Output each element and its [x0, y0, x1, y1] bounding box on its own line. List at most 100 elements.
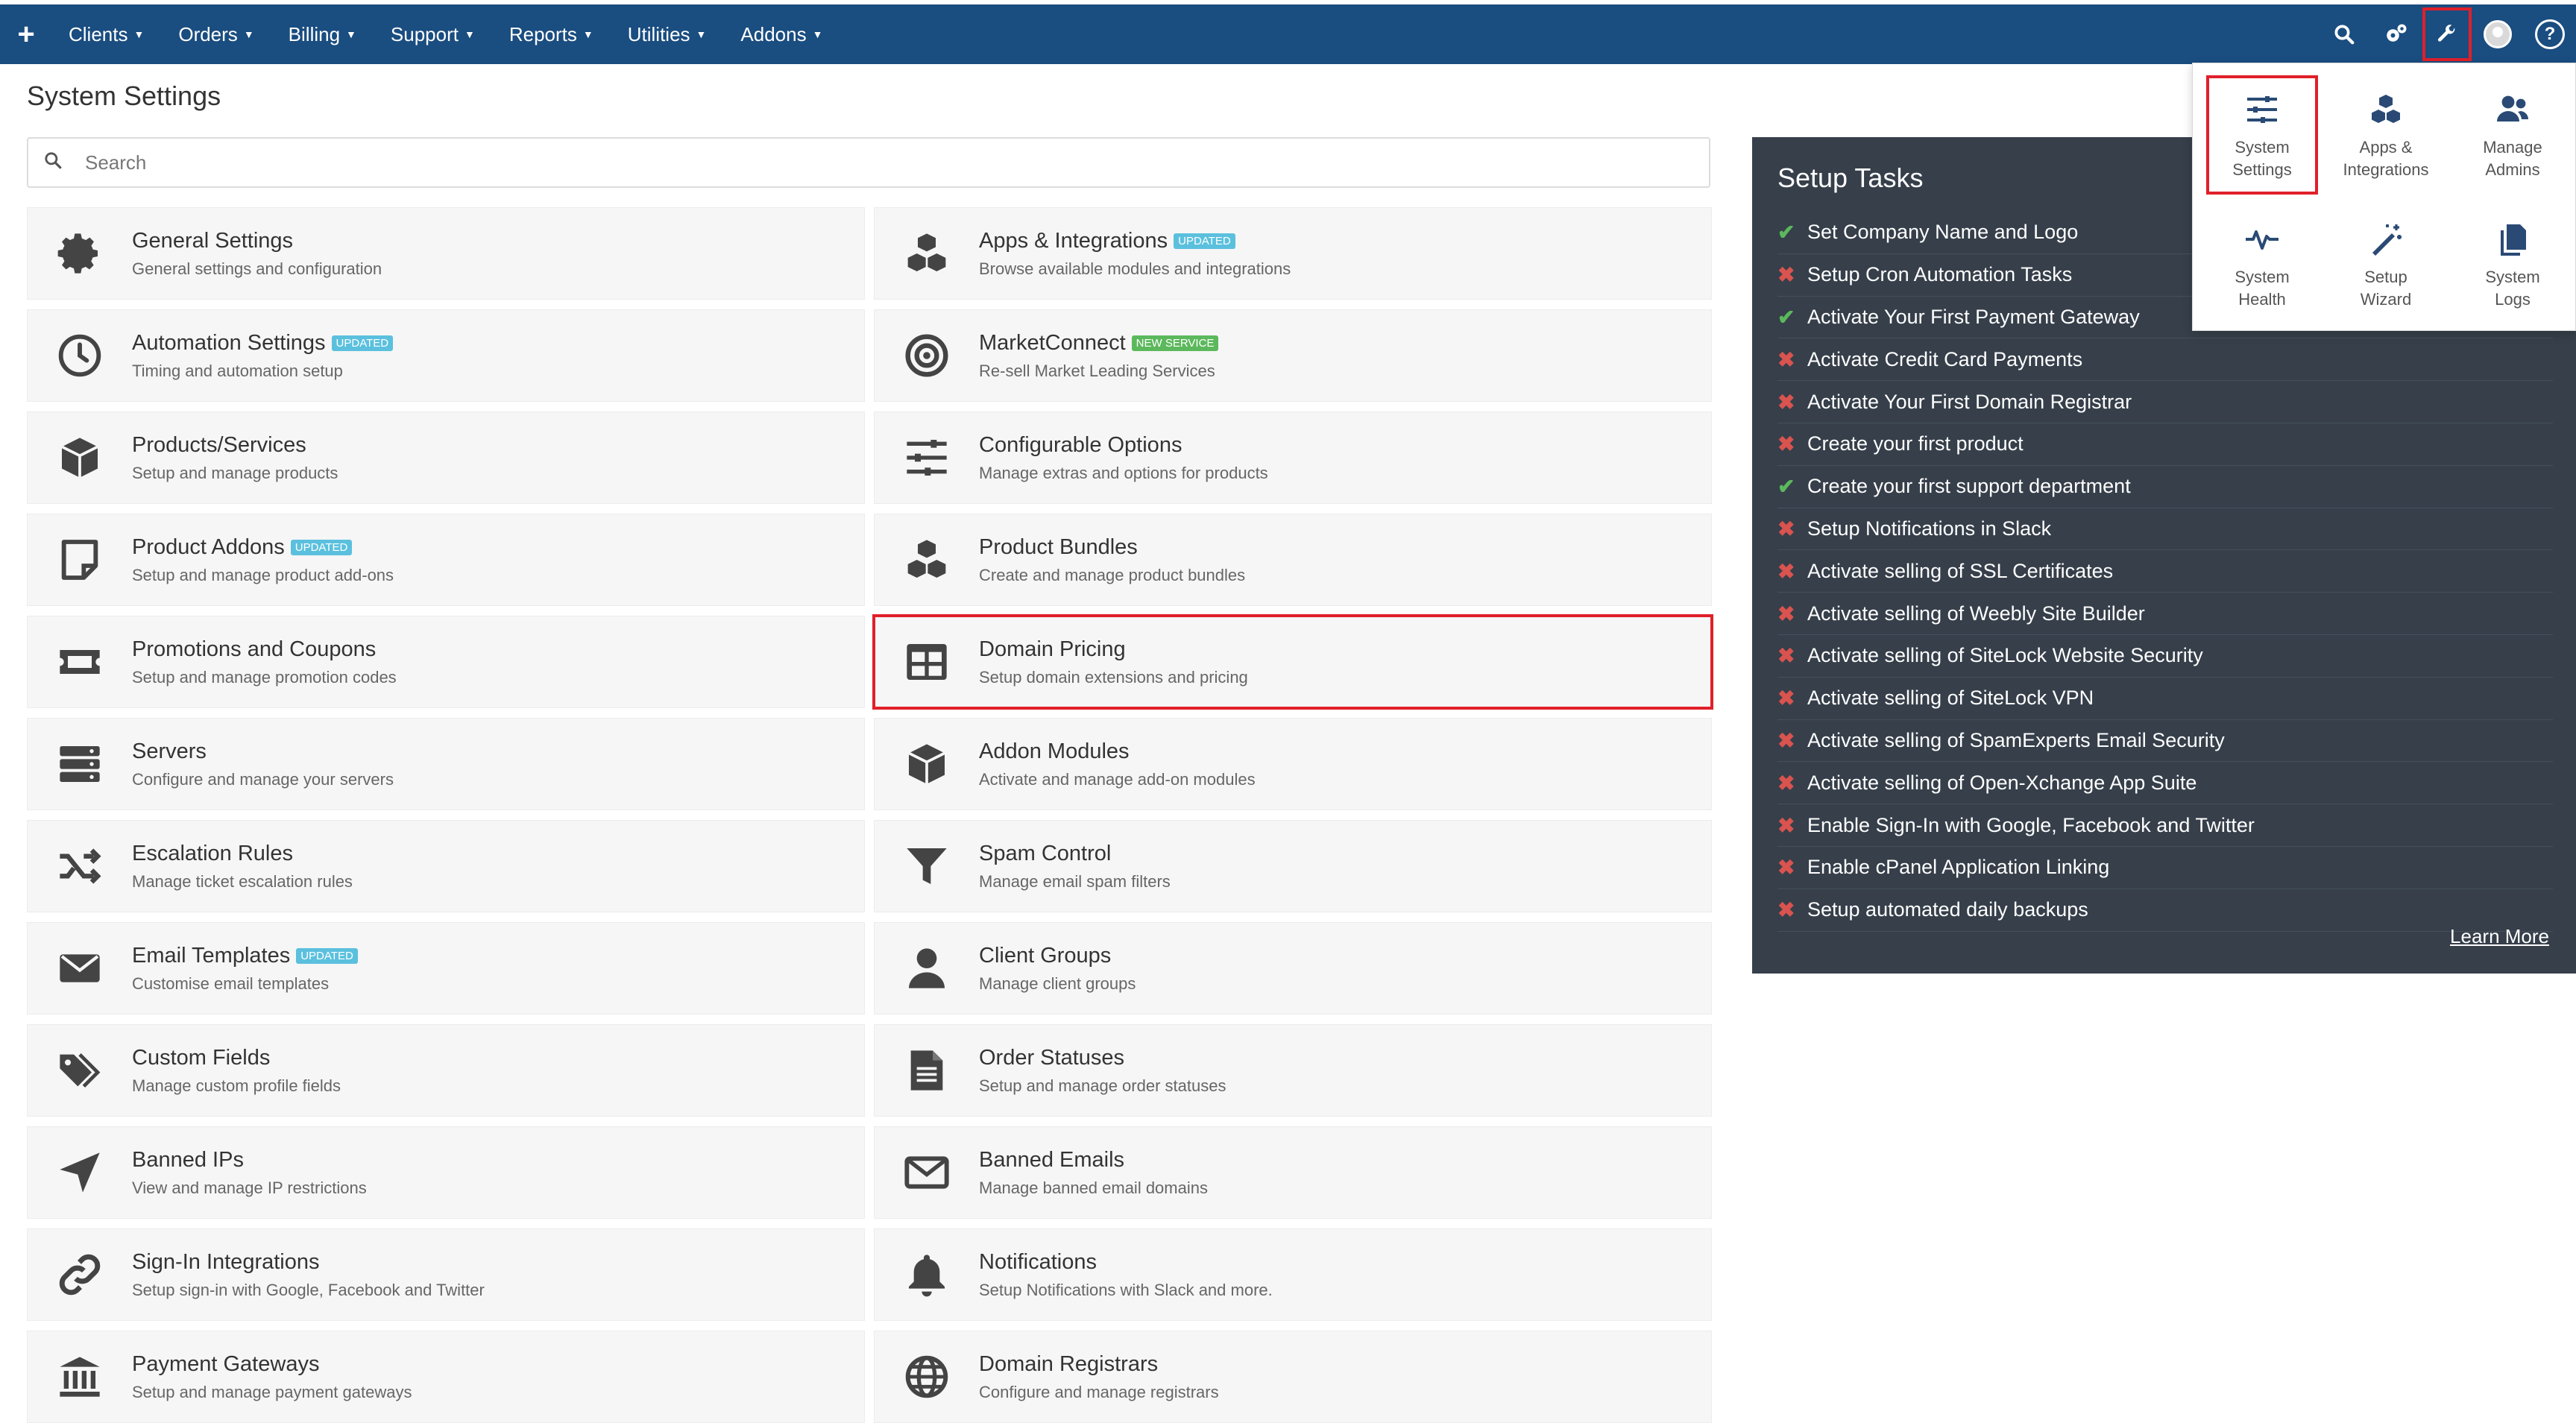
cross-icon: ✖: [1777, 602, 1795, 625]
sliders-icon: [2247, 96, 2277, 123]
setup-task-item[interactable]: ✖ Enable cPanel Application Linking: [1777, 847, 2553, 889]
setup-task-item[interactable]: ✖ Enable Sign-In with Google, Facebook an…: [1777, 804, 2553, 847]
setup-task-item[interactable]: ✔ Create your first support department: [1777, 466, 2553, 508]
nav-support[interactable]: Support ▼: [391, 23, 475, 46]
nav-reports-label: Reports: [508, 22, 577, 45]
card-banned-emails[interactable]: Banned Emails Manage banned email domains: [874, 1126, 1712, 1219]
setup-task-item[interactable]: ✖ Setup Notifications in Slack: [1777, 508, 2553, 551]
card-title: Apps & Integrations: [979, 228, 1168, 253]
card-product-bundles[interactable]: Product Bundles Create and manage product…: [874, 514, 1712, 606]
nav-orders[interactable]: Orders ▼: [178, 23, 253, 46]
card-escalation-rules[interactable]: Escalation Rules Manage ticket escalation…: [27, 820, 865, 912]
card-title: Domain Registrars: [979, 1351, 1159, 1376]
card-promotions-coupons[interactable]: Promotions and Coupons Setup and manage p…: [27, 616, 865, 708]
dropdown-system-health[interactable]: System Health: [2206, 205, 2318, 324]
card-apps-integrations[interactable]: Apps & Integrations UPDATED Browse availab…: [874, 207, 1712, 300]
users-icon: [2497, 95, 2528, 122]
check-icon: ✔: [1777, 305, 1795, 329]
filter-icon: [875, 820, 979, 912]
learn-more-link[interactable]: Learn More: [2450, 925, 2549, 948]
cross-icon: ✖: [1777, 517, 1795, 540]
card-sign-in-integrations[interactable]: Sign-In Integrations Setup sign-in with G…: [27, 1228, 865, 1321]
card-title: Automation Settings: [132, 330, 326, 355]
setup-task-item[interactable]: ✖ Activate selling of Open-Xchange App Su…: [1777, 762, 2553, 805]
cogs-icon[interactable]: [2370, 4, 2422, 64]
nav-clients[interactable]: Clients ▼: [69, 23, 144, 46]
search-input[interactable]: [84, 150, 1652, 175]
clock-icon: [28, 309, 132, 402]
user-icon: [875, 922, 979, 1015]
card-domain-pricing[interactable]: Domain Pricing Setup domain extensions an…: [872, 614, 1713, 710]
card-title: Addon Modules: [979, 739, 1130, 763]
help-button[interactable]: ?: [2524, 4, 2576, 64]
card-client-groups[interactable]: Client Groups Manage client groups: [874, 922, 1712, 1015]
card-banned-ips[interactable]: Banned IPs View and manage IP restriction…: [27, 1126, 865, 1219]
dropdown-manage-admins[interactable]: Manage Admins: [2457, 75, 2569, 195]
nav-reports[interactable]: Reports ▼: [509, 23, 593, 46]
box-icon: [28, 411, 132, 504]
setup-task-item[interactable]: ✖ Activate Credit Card Payments: [1777, 338, 2553, 382]
cross-icon: ✖: [1777, 559, 1795, 583]
card-marketconnect[interactable]: MarketConnect NEW SERVICE Re-sell Market L…: [874, 309, 1712, 402]
setup-task-item[interactable]: ✖ Create your first product: [1777, 423, 2553, 466]
setup-task-label: Enable cPanel Application Linking: [1807, 856, 2110, 879]
card-servers[interactable]: Servers Configure and manage your servers: [27, 718, 865, 810]
ticket-icon: [28, 616, 132, 708]
setup-task-item[interactable]: ✖ Activate selling of SiteLock Website Se…: [1777, 635, 2553, 678]
card-products-services[interactable]: Products/Services Setup and manage produc…: [27, 411, 865, 504]
setup-task-item[interactable]: ✖ Setup automated daily backups: [1777, 889, 2553, 932]
card-desc: Manage email spam filters: [979, 871, 1171, 891]
wrench-icon[interactable]: [2422, 7, 2472, 61]
card-spam-control[interactable]: Spam Control Manage email spam filters: [874, 820, 1712, 912]
dropdown-system-settings[interactable]: System Settings: [2206, 75, 2318, 195]
card-configurable-options[interactable]: Configurable Options Manage extras and op…: [874, 411, 1712, 504]
card-general-settings[interactable]: General Settings General settings and con…: [27, 207, 865, 300]
setup-task-label: Setup Notifications in Slack: [1807, 517, 2052, 540]
add-button[interactable]: +: [0, 18, 52, 51]
search-box[interactable]: [27, 137, 1710, 188]
card-desc: Setup and manage promotion codes: [132, 667, 397, 687]
setup-task-label: Activate Your First Domain Registrar: [1807, 390, 2132, 413]
cubes-icon: [2372, 95, 2400, 123]
setup-task-item[interactable]: ✖ Activate Your First Domain Registrar: [1777, 381, 2553, 423]
copy-icon: [2501, 224, 2526, 256]
card-desc: Setup and manage product add-ons: [132, 565, 394, 584]
card-title: Order Statuses: [979, 1045, 1125, 1070]
card-title: Payment Gateways: [132, 1351, 320, 1376]
card-desc: Setup Notifications with Slack and more.: [979, 1280, 1273, 1299]
search-icon[interactable]: [2318, 4, 2370, 64]
card-desc: Timing and automation setup: [132, 361, 343, 380]
setup-task-item[interactable]: ✖ Activate selling of Weebly Site Builder: [1777, 593, 2553, 635]
setup-task-label: Activate selling of SSL Certificates: [1807, 559, 2114, 582]
top-navbar: + Clients ▼ Orders ▼ Billing ▼ Support ▼ Rep…: [0, 4, 2576, 64]
setup-task-label: Set Company Name and Logo: [1807, 221, 2079, 244]
card-order-statuses[interactable]: Order Statuses Setup and manage order sta…: [874, 1024, 1712, 1117]
cross-icon: ✖: [1777, 728, 1795, 752]
card-addon-modules[interactable]: Addon Modules Activate and manage add-on …: [874, 718, 1712, 810]
nav-addons[interactable]: Addons ▼: [740, 23, 822, 46]
setup-task-item[interactable]: ✖ Activate selling of SSL Certificates: [1777, 550, 2553, 593]
user-avatar[interactable]: [2472, 4, 2524, 64]
dropdown-apps-integrations[interactable]: Apps & Integrations: [2330, 75, 2442, 195]
nav-utilities[interactable]: Utilities ▼: [628, 23, 707, 46]
card-title: Notifications: [979, 1249, 1097, 1274]
card-custom-fields[interactable]: Custom Fields Manage custom profile field…: [27, 1024, 865, 1117]
setup-task-label: Activate Your First Payment Gateway: [1807, 305, 2140, 328]
cross-icon: ✖: [1777, 856, 1795, 880]
magic-wand-icon: [2372, 224, 2402, 256]
setup-task-item[interactable]: ✖ Activate selling of SiteLock VPN: [1777, 678, 2553, 720]
card-domain-registrars[interactable]: Domain Registrars Configure and manage re…: [874, 1331, 1712, 1423]
card-automation-settings[interactable]: Automation Settings UPDATED Timing and aut…: [27, 309, 865, 402]
file-icon: [875, 1024, 979, 1117]
dropdown-label-2: Health: [2238, 290, 2286, 309]
card-payment-gateways[interactable]: Payment Gateways Setup and manage payment…: [27, 1331, 865, 1423]
dropdown-system-logs[interactable]: System Logs: [2457, 205, 2569, 324]
card-desc: Browse available modules and integration…: [979, 259, 1291, 278]
setup-task-item[interactable]: ✖ Activate selling of SpamExperts Email S…: [1777, 720, 2553, 763]
card-product-addons[interactable]: Product Addons UPDATED Setup and manage pr…: [27, 514, 865, 606]
nav-billing[interactable]: Billing ▼: [289, 23, 356, 46]
card-email-templates[interactable]: Email Templates UPDATED Customise email te…: [27, 922, 865, 1015]
card-notifications[interactable]: Notifications Setup Notifications with Sl…: [874, 1228, 1712, 1321]
dropdown-setup-wizard[interactable]: Setup Wizard: [2330, 205, 2442, 324]
card-desc: Configure and manage registrars: [979, 1382, 1219, 1401]
